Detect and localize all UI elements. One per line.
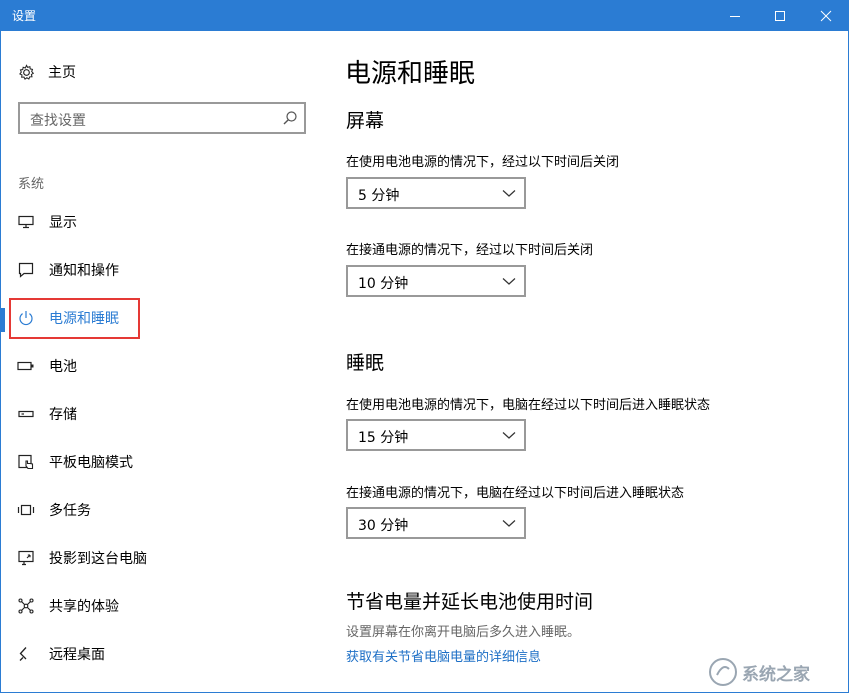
chevron-down-icon (502, 276, 516, 286)
sleep-battery-label: 在使用电池电源的情况下，电脑在经过以下时间后进入睡眠状态 (346, 394, 710, 413)
sidebar-item-label: 多任务 (49, 500, 91, 520)
sidebar-item-label: 远程桌面 (49, 644, 105, 664)
close-icon (820, 10, 832, 22)
sleep-battery-dropdown[interactable]: 15 分钟 (346, 419, 526, 451)
chevron-down-icon (502, 430, 516, 440)
home-label: 主页 (48, 62, 76, 82)
search-placeholder: 查找设置 (30, 110, 86, 130)
screen-battery-label: 在使用电池电源的情况下，经过以下时间后关闭 (346, 151, 619, 170)
sidebar-item-battery[interactable]: 电池 (0, 346, 320, 386)
watermark-logo-icon (708, 657, 738, 687)
minimize-button[interactable] (712, 0, 758, 31)
dropdown-value: 5 分钟 (358, 185, 399, 205)
search-icon (282, 110, 298, 126)
title-bar: 设置 (0, 0, 849, 31)
sidebar-item-project[interactable]: 投影到这台电脑 (0, 538, 320, 578)
sidebar-item-shared-experiences[interactable]: 共享的体验 (0, 586, 320, 626)
remote-desktop-icon (18, 646, 34, 662)
storage-icon (18, 410, 34, 418)
sidebar-item-remote-desktop[interactable]: 远程桌面 (0, 634, 320, 674)
sidebar-item-label: 存储 (49, 404, 77, 424)
sleep-plugged-dropdown[interactable]: 30 分钟 (346, 507, 526, 539)
sidebar-item-label: 投影到这台电脑 (49, 548, 147, 568)
sidebar-item-notifications[interactable]: 通知和操作 (0, 250, 320, 290)
minimize-icon (729, 10, 741, 22)
battery-icon (17, 361, 35, 371)
screen-heading: 屏幕 (346, 106, 384, 133)
highlight-annotation (9, 298, 140, 339)
dropdown-value: 30 分钟 (358, 515, 408, 535)
dropdown-value: 15 分钟 (358, 427, 408, 447)
screen-plugged-label: 在接通电源的情况下，经过以下时间后关闭 (346, 239, 593, 258)
sidebar-item-label: 通知和操作 (49, 260, 119, 280)
search-input[interactable]: 查找设置 (18, 102, 306, 134)
save-power-heading: 节省电量并延长电池使用时间 (346, 587, 593, 614)
sidebar-item-tablet-mode[interactable]: 平板电脑模式 (0, 442, 320, 482)
chevron-down-icon (502, 518, 516, 528)
sidebar-item-label: 共享的体验 (49, 596, 119, 616)
multitasking-icon (17, 504, 35, 516)
maximize-button[interactable] (757, 0, 803, 31)
page-title: 电源和睡眠 (345, 53, 475, 90)
watermark: 系统之家 (708, 655, 844, 689)
notification-icon (18, 262, 34, 278)
sidebar-item-display[interactable]: 显示 (0, 202, 320, 242)
maximize-icon (774, 10, 786, 22)
close-button[interactable] (803, 0, 849, 31)
sidebar-item-label: 电池 (49, 356, 77, 376)
tablet-mode-icon (18, 454, 34, 470)
display-icon (18, 215, 34, 229)
sidebar-item-label: 显示 (49, 212, 77, 232)
sleep-heading: 睡眠 (346, 348, 384, 375)
project-icon (18, 550, 34, 566)
screen-battery-dropdown[interactable]: 5 分钟 (346, 177, 526, 209)
screen-plugged-dropdown[interactable]: 10 分钟 (346, 265, 526, 297)
section-label-system: 系统 (18, 173, 44, 192)
sleep-plugged-label: 在接通电源的情况下，电脑在经过以下时间后进入睡眠状态 (346, 482, 684, 501)
watermark-text: 系统之家 (742, 660, 810, 685)
sidebar-item-multitasking[interactable]: 多任务 (0, 490, 320, 530)
save-power-description: 设置屏幕在你离开电脑后多久进入睡眠。 (346, 621, 580, 640)
home-link[interactable]: 主页 (18, 62, 76, 82)
dropdown-value: 10 分钟 (358, 273, 408, 293)
chevron-down-icon (502, 188, 516, 198)
window-title: 设置 (12, 7, 36, 24)
gear-icon (18, 64, 35, 81)
sidebar-item-label: 平板电脑模式 (49, 452, 133, 472)
shared-experience-icon (18, 598, 34, 614)
save-power-link[interactable]: 获取有关节省电脑电量的详细信息 (346, 646, 541, 665)
sidebar-item-storage[interactable]: 存储 (0, 394, 320, 434)
